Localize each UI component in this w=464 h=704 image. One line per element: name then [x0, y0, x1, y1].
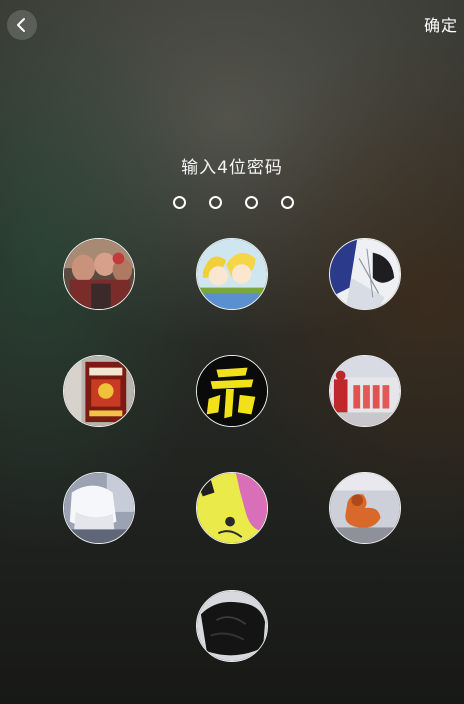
- photo-key-10[interactable]: [196, 590, 268, 662]
- pin-dot-3: [245, 196, 258, 209]
- photo-yellow-pink-cartoon: [197, 473, 267, 543]
- photo-key-7[interactable]: [63, 472, 135, 544]
- photo-anime-girl-sketch: [330, 239, 400, 309]
- photo-group-people: [64, 239, 134, 309]
- chevron-left-icon: [17, 18, 25, 32]
- back-button[interactable]: [7, 10, 37, 40]
- photo-key-3[interactable]: [329, 238, 401, 310]
- pin-dot-4: [281, 196, 294, 209]
- photo-key-8[interactable]: [196, 472, 268, 544]
- pin-indicator: [0, 196, 464, 210]
- confirm-button[interactable]: 确定: [424, 12, 458, 36]
- pin-dot-1: [173, 196, 186, 209]
- photo-stage-performers: [330, 356, 400, 426]
- photo-yellow-calligraphy: [197, 356, 267, 426]
- photo-key-1[interactable]: [63, 238, 135, 310]
- top-bar: 确定: [0, 0, 464, 48]
- pin-dot-2: [209, 196, 222, 209]
- photo-key-6[interactable]: [329, 355, 401, 427]
- photo-key-4[interactable]: [63, 355, 135, 427]
- photo-anime-yellow-hair: [197, 239, 267, 309]
- photo-white-plush: [64, 473, 134, 543]
- photo-red-poster: [64, 356, 134, 426]
- photo-key-2[interactable]: [196, 238, 268, 310]
- photo-orange-figurine: [330, 473, 400, 543]
- photo-black-fabric: [197, 591, 267, 661]
- passcode-prompt: 输入4位密码: [181, 158, 283, 178]
- photo-key-5[interactable]: [196, 355, 268, 427]
- photo-key-9[interactable]: [329, 472, 401, 544]
